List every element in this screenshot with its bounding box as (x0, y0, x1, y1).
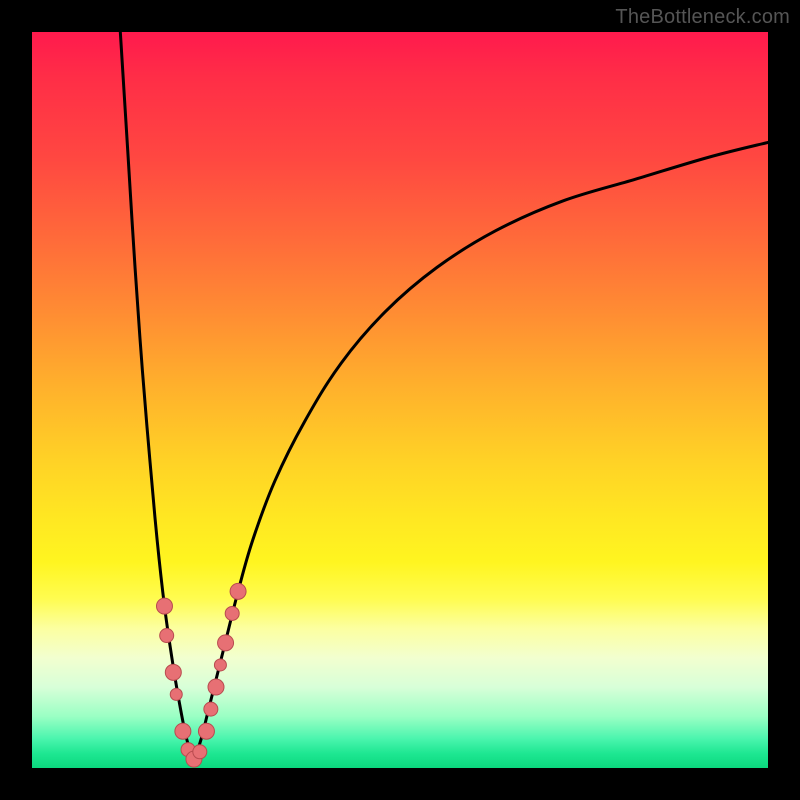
data-marker (208, 679, 224, 695)
data-marker (160, 629, 174, 643)
data-marker (218, 635, 234, 651)
data-marker (170, 688, 182, 700)
curve-left-branch (120, 32, 194, 761)
chart-frame: TheBottleneck.com (0, 0, 800, 800)
watermark-text: TheBottleneck.com (615, 6, 790, 29)
curve-right-branch (194, 142, 768, 760)
data-marker (193, 745, 207, 759)
plot-area (32, 32, 768, 768)
data-marker (225, 606, 239, 620)
data-marker (156, 598, 172, 614)
data-marker (214, 659, 226, 671)
data-marker (198, 723, 214, 739)
data-marker (230, 583, 246, 599)
data-marker (165, 664, 181, 680)
data-marker (204, 702, 218, 716)
curve-layer (32, 32, 768, 768)
data-marker (175, 723, 191, 739)
